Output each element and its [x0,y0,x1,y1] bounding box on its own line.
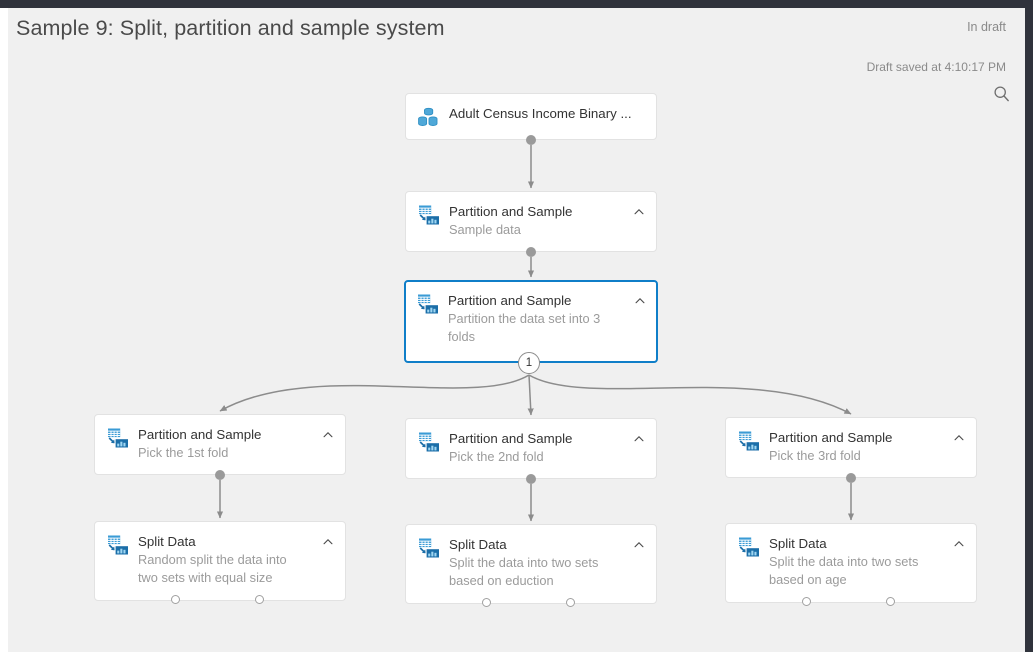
node-output-port[interactable] [526,247,536,257]
partition-sample-icon [108,428,128,448]
node-title: Split Data [449,537,507,552]
node-split-data-random[interactable]: Split Data Random split the data into two… [94,521,346,601]
node-dataset[interactable]: Adult Census Income Binary ... [405,93,657,140]
partition-sample-icon [106,533,130,557]
chevron-up-icon [635,298,645,304]
database-icon [417,105,441,129]
node-split-data-education[interactable]: Split Data Split the data into two sets b… [405,524,657,604]
node-subtitle: Partition the data set into 3 folds [448,311,601,344]
node-collapse-toggle[interactable] [632,205,646,219]
node-title: Partition and Sample [769,430,893,445]
chevron-up-icon [323,432,333,438]
node-output-port[interactable] [802,597,811,606]
node-output-port[interactable] [526,135,536,145]
partition-sample-icon [419,538,439,558]
chevron-up-icon [634,436,644,442]
node-subtitle: Sample data [449,222,521,237]
node-subtitle: Pick the 1st fold [138,445,229,460]
node-title: Split Data [138,534,196,549]
node-collapse-toggle[interactable] [952,431,966,445]
node-title: Partition and Sample [449,431,573,446]
pipeline-canvas[interactable]: Sample 9: Split, partition and sample sy… [8,8,1025,652]
partition-sample-icon [416,292,440,316]
node-output-port[interactable] [886,597,895,606]
node-collapse-toggle[interactable] [952,537,966,551]
node-collapse-toggle[interactable] [633,294,647,308]
node-output-port[interactable] [566,598,575,607]
app-shell: Sample 9: Split, partition and sample sy… [0,0,1033,652]
chevron-up-icon [323,539,333,545]
node-output-port[interactable] [846,473,856,483]
node-body: Partition and Sample Sample data [449,202,628,239]
top-chrome-bar [0,0,1033,8]
chevron-up-icon [634,209,644,215]
node-body: Split Data Split the data into two sets b… [449,535,628,589]
node-subtitle: Pick the 2nd fold [449,449,544,464]
partition-sample-icon [739,431,759,451]
partition-sample-icon [417,203,441,227]
node-collapse-toggle[interactable] [321,428,335,442]
partition-sample-icon [419,205,439,225]
node-output-port[interactable] [255,595,264,604]
pipeline-graph: Adult Census Income Binary ... Partition… [8,8,1025,652]
node-collapse-toggle[interactable] [321,535,335,549]
node-title: Split Data [769,536,827,551]
node-subtitle: Split the data into two sets based on ed… [449,555,599,588]
node-subtitle: Split the data into two sets based on ag… [769,554,919,587]
edge-e-partition-fold3 [528,374,852,415]
chevron-up-icon [954,435,964,441]
node-output-port[interactable] [215,470,225,480]
node-output-port[interactable] [482,598,491,607]
node-body: Partition and Sample Pick the 2nd fold [449,429,628,466]
node-body: Partition and Sample Pick the 1st fold [138,425,317,462]
right-chrome-rail [1025,0,1033,652]
node-subtitle: Pick the 3rd fold [769,448,861,463]
node-output-port[interactable] [526,474,536,484]
node-body: Partition and Sample Pick the 3rd fold [769,428,948,465]
partition-sample-icon [417,430,441,454]
edge-e-partition-fold1 [219,374,530,412]
partition-sample-icon [418,294,438,314]
chevron-up-icon [634,542,644,548]
edge-e-partition-fold2 [527,374,534,416]
node-output-port-badge[interactable]: 1 [518,352,540,374]
node-pick-2nd-fold[interactable]: Partition and Sample Pick the 2nd fold [405,418,657,479]
node-split-data-age[interactable]: Split Data Split the data into two sets b… [725,523,977,603]
partition-sample-icon [737,429,761,453]
node-collapse-toggle[interactable] [632,538,646,552]
partition-sample-icon [108,535,128,555]
partition-sample-icon [739,537,759,557]
node-pick-1st-fold[interactable]: Partition and Sample Pick the 1st fold [94,414,346,475]
node-collapse-toggle[interactable] [632,432,646,446]
node-subtitle: Random split the data into two sets with… [138,552,287,585]
database-icon [418,107,438,126]
node-title: Partition and Sample [449,204,573,219]
node-output-port[interactable] [171,595,180,604]
partition-sample-icon [417,536,441,560]
node-body: Split Data Random split the data into two… [138,532,317,586]
node-sample-data[interactable]: Partition and Sample Sample data [405,191,657,252]
node-title: Adult Census Income Binary ... [449,106,632,121]
partition-sample-icon [106,426,130,450]
node-body: Adult Census Income Binary ... [449,104,646,122]
partition-sample-icon [419,432,439,452]
chevron-up-icon [954,541,964,547]
node-title: Partition and Sample [448,293,572,308]
partition-sample-icon [737,535,761,559]
node-body: Partition and Sample Partition the data s… [448,291,629,345]
node-title: Partition and Sample [138,427,262,442]
node-pick-3rd-fold[interactable]: Partition and Sample Pick the 3rd fold [725,417,977,478]
node-partition-3-folds[interactable]: Partition and Sample Partition the data s… [404,280,658,363]
node-body: Split Data Split the data into two sets b… [769,534,948,588]
